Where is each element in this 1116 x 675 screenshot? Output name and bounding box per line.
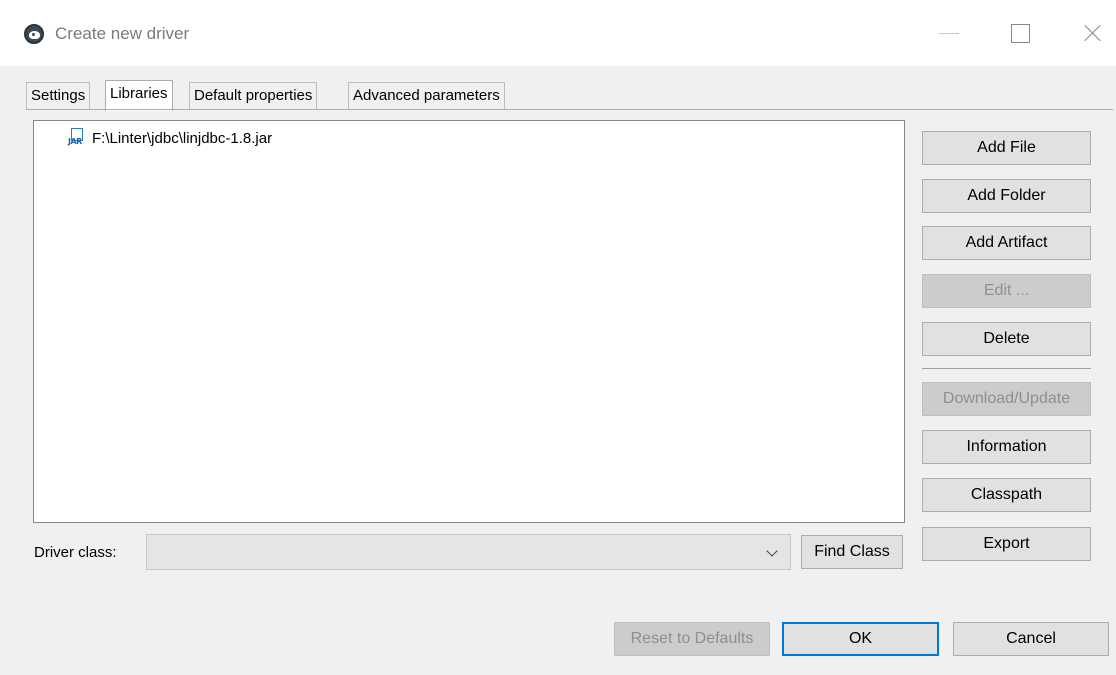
delete-button[interactable]: Delete <box>922 322 1091 356</box>
tab-divider <box>26 109 1113 110</box>
list-item[interactable]: JAR F:\Linter\jdbc\linjdbc-1.8.jar <box>68 127 272 149</box>
jar-file-icon: JAR <box>68 128 86 148</box>
add-file-button[interactable]: Add File <box>922 131 1091 165</box>
window-title: Create new driver <box>55 24 190 43</box>
maximize-icon[interactable] <box>1007 20 1033 46</box>
driver-class-label: Driver class: <box>34 544 117 561</box>
library-path: F:\Linter\jdbc\linjdbc-1.8.jar <box>92 129 273 147</box>
cancel-button[interactable]: Cancel <box>953 622 1109 656</box>
add-folder-button[interactable]: Add Folder <box>922 179 1091 213</box>
title-bar: Create new driver <box>0 0 1116 66</box>
add-artifact-button[interactable]: Add Artifact <box>922 226 1091 260</box>
button-separator <box>922 368 1091 369</box>
minimize-icon[interactable] <box>936 20 962 46</box>
export-button[interactable]: Export <box>922 527 1091 561</box>
edit-button[interactable]: Edit ... <box>922 274 1091 308</box>
ok-button[interactable]: OK <box>782 622 939 656</box>
download-update-button[interactable]: Download/Update <box>922 382 1091 416</box>
close-icon[interactable] <box>1080 20 1106 46</box>
tab-settings[interactable]: Settings <box>26 82 91 110</box>
app-logo-icon <box>24 24 44 44</box>
driver-class-combo[interactable] <box>146 534 791 570</box>
tab-advanced-parameters[interactable]: Advanced parameters <box>348 82 505 110</box>
reset-to-defaults-button[interactable]: Reset to Defaults <box>614 622 770 656</box>
library-list[interactable]: JAR F:\Linter\jdbc\linjdbc-1.8.jar <box>33 120 905 523</box>
tab-libraries[interactable]: Libraries <box>105 80 173 111</box>
tab-default-properties[interactable]: Default properties <box>189 82 318 110</box>
classpath-button[interactable]: Classpath <box>922 478 1091 512</box>
find-class-button[interactable]: Find Class <box>801 535 903 569</box>
chevron-down-icon[interactable] <box>766 545 778 557</box>
information-button[interactable]: Information <box>922 430 1091 464</box>
